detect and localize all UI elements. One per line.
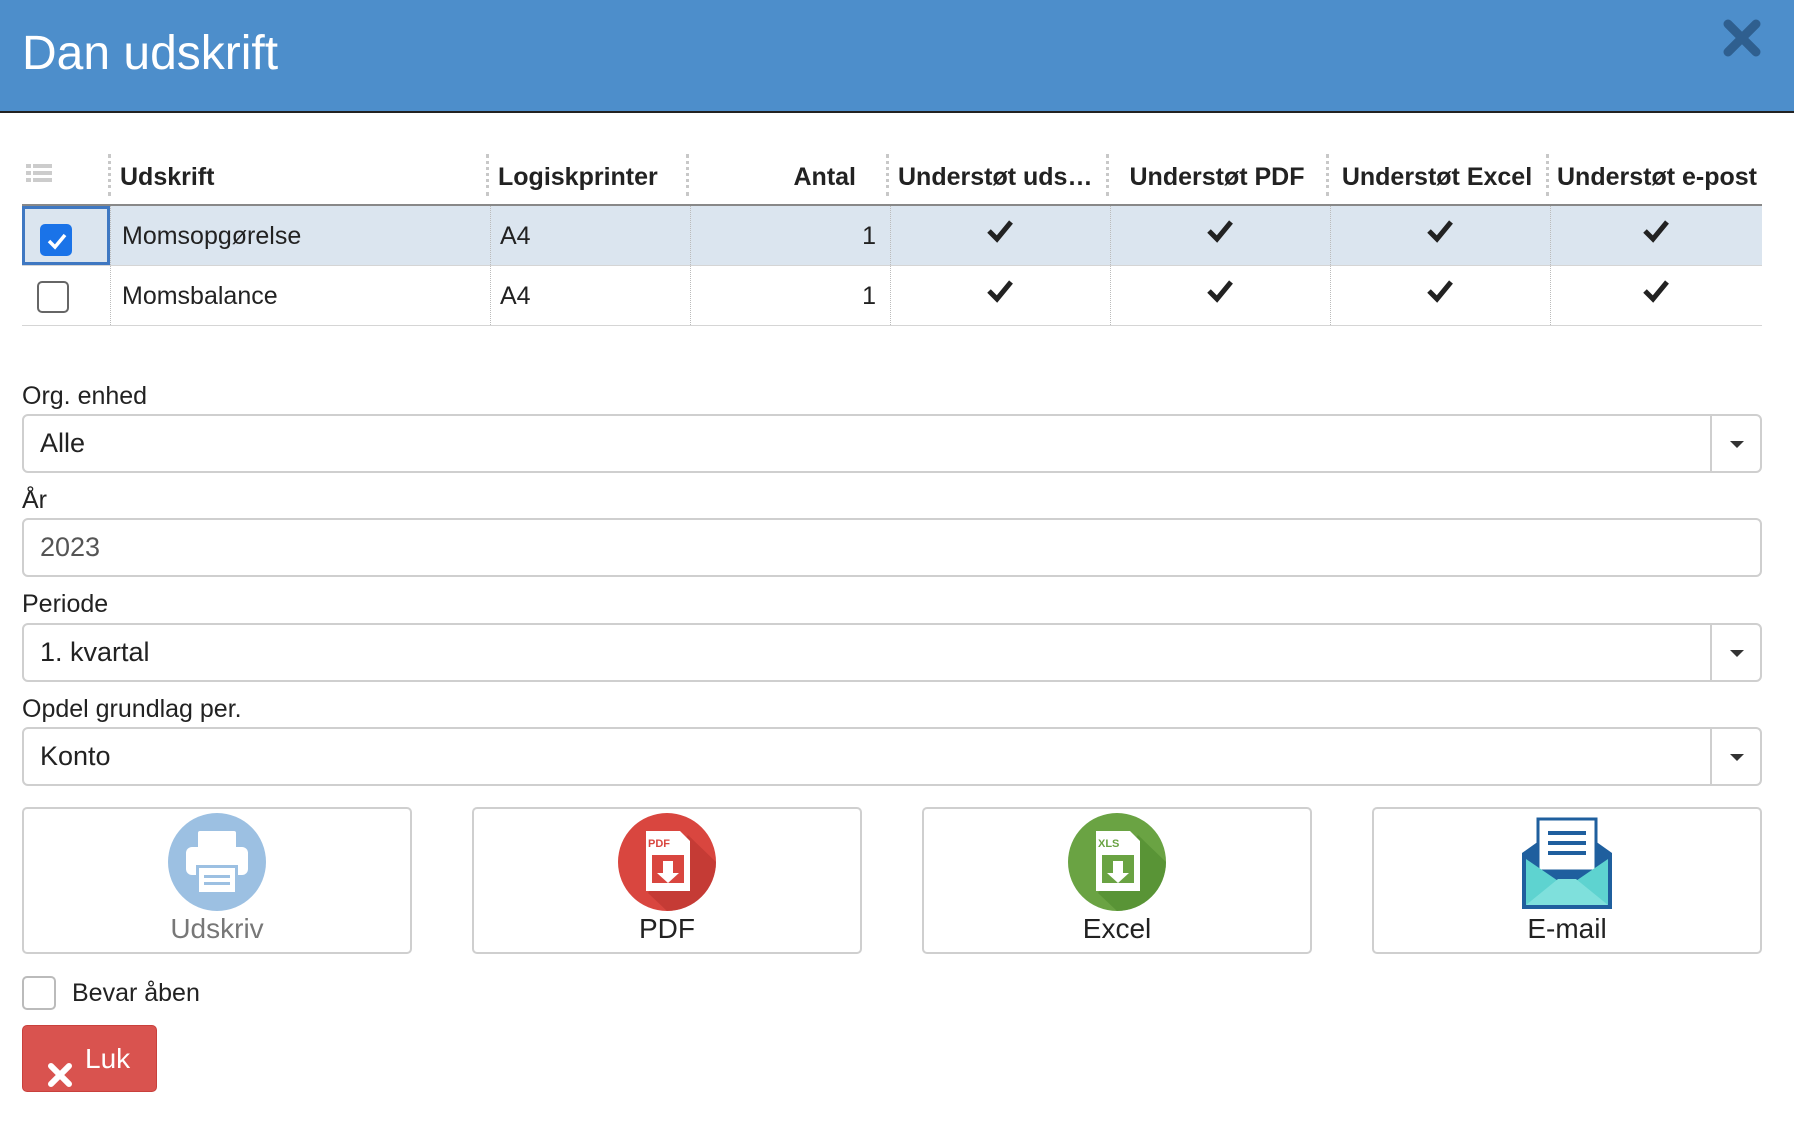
checkmark-icon [1642,266,1670,303]
print-button[interactable]: Udskriv [22,807,412,954]
split-label: Opdel grundlag per. [22,695,242,723]
email-button[interactable]: E-mail [1372,807,1762,954]
close-label: Luk [85,1043,131,1074]
pdf-icon: PDF [618,813,716,911]
checkmark-icon [1426,266,1454,303]
column-menu-icon[interactable] [26,162,52,188]
cell-support-pdf [1110,266,1330,325]
email-label: E-mail [1527,913,1607,944]
table-row[interactable]: Momsbalance A4 1 [22,266,1762,326]
period-select[interactable]: 1. kvartal [22,623,1762,682]
svg-text:XLS: XLS [1098,838,1119,850]
cell-antal: 1 [862,282,876,310]
year-input[interactable]: 2023 [22,518,1762,577]
checkmark-icon [986,206,1014,243]
keep-open-checkbox[interactable] [22,976,56,1010]
cell-support-print [890,206,1110,265]
table-header: Udskrift Logiskprinter Antal Understøt u… [22,148,1762,206]
row-checkbox[interactable] [40,224,72,256]
cell-udskrift: Momsopgørelse [122,222,302,250]
checkmark-icon [1426,206,1454,243]
report-table: Udskrift Logiskprinter Antal Understøt u… [22,148,1762,326]
svg-text:PDF: PDF [648,838,670,850]
org-unit-select[interactable]: Alle [22,414,1762,473]
cell-support-email [1550,206,1762,265]
col-logiskprinter[interactable]: Logiskprinter [498,148,693,206]
row-select-cell[interactable] [22,206,110,265]
col-antal[interactable]: Antal [694,148,857,206]
checkmark-icon [986,266,1014,303]
dialog-title: Dan udskrift [22,27,279,80]
checkmark-icon [1206,266,1234,303]
excel-button[interactable]: XLS Excel [922,807,1312,954]
org-unit-label: Org. enhed [22,382,148,410]
org-unit-value: Alle [40,428,86,458]
col-udskrift[interactable]: Udskrift [120,148,490,206]
pdf-button[interactable]: PDF PDF [472,807,862,954]
cell-support-pdf [1110,206,1330,265]
printer-icon [168,813,266,911]
col-support-pdf[interactable]: Understøt PDF [1112,148,1322,206]
row-select-cell[interactable] [22,266,110,325]
dialog-header: Dan udskrift [0,0,1794,113]
year-value: 2023 [40,532,101,562]
cell-support-print [890,266,1110,325]
cell-udskrift: Momsbalance [122,282,278,310]
cell-support-email [1550,266,1762,325]
close-icon[interactable] [1720,16,1764,60]
year-label: År [22,486,47,514]
table-row[interactable]: Momsopgørelse A4 1 [22,206,1762,266]
row-checkbox[interactable] [37,281,69,313]
split-value: Konto [40,741,111,771]
chevron-down-icon[interactable] [1710,625,1760,680]
close-button[interactable]: Luk [22,1025,157,1092]
col-support-excel[interactable]: Understøt Excel [1330,148,1544,206]
chevron-down-icon[interactable] [1710,416,1760,471]
checkmark-icon [1642,206,1670,243]
keep-open-label[interactable]: Bevar åben [72,976,200,1010]
col-support-email[interactable]: Understøt e-post [1552,148,1762,206]
cell-printer: A4 [500,282,531,310]
checkmark-icon [1206,206,1234,243]
cell-antal: 1 [862,222,876,250]
email-icon [1518,813,1616,911]
pdf-label: PDF [639,913,695,944]
col-support-print[interactable]: Understøt uds… [898,148,1098,206]
print-label: Udskriv [170,913,264,944]
excel-icon: XLS [1068,813,1166,911]
period-value: 1. kvartal [40,637,150,667]
chevron-down-icon[interactable] [1710,729,1760,784]
period-label: Periode [22,590,109,618]
close-icon [47,1046,73,1087]
cell-printer: A4 [500,222,531,250]
excel-label: Excel [1082,913,1152,944]
cell-support-excel [1330,266,1550,325]
split-select[interactable]: Konto [22,727,1762,786]
cell-support-excel [1330,206,1550,265]
